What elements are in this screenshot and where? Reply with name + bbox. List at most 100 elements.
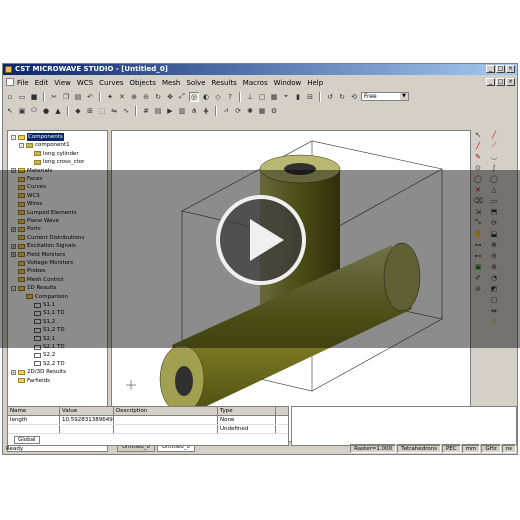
collapse-icon[interactable]: -	[19, 142, 24, 148]
pick-edge-icon[interactable]: ╱	[473, 141, 483, 150]
mesh-view-icon[interactable]: ▤	[153, 106, 163, 116]
undo-icon[interactable]: ↶	[85, 92, 95, 102]
collapse-icon[interactable]: -	[11, 134, 16, 140]
menu-wcs[interactable]: WCS	[77, 79, 93, 87]
material-icon[interactable]: ◆	[73, 106, 83, 116]
shade-icon[interactable]: ◐	[201, 92, 211, 102]
arc-icon[interactable]: ◡	[489, 152, 499, 161]
rotate-icon[interactable]: ↻	[153, 92, 163, 102]
table-icon[interactable]: ▦	[257, 106, 267, 116]
help-icon[interactable]: ?	[225, 92, 235, 102]
minimize-button[interactable]: _	[486, 65, 495, 73]
param-name[interactable]: length	[8, 416, 60, 424]
probe-icon[interactable]: ⋔	[189, 106, 199, 116]
maximize-button[interactable]: □	[496, 65, 505, 73]
wireframe-icon[interactable]: ◇	[213, 92, 223, 102]
tab-global[interactable]: Global	[14, 436, 40, 444]
cut-icon[interactable]: ✂	[49, 92, 59, 102]
col-type[interactable]: Type	[218, 407, 276, 415]
zoom-out-icon[interactable]: ⊖	[141, 92, 151, 102]
frequency-icon[interactable]: ∿	[121, 106, 131, 116]
col-name[interactable]: Name	[8, 407, 60, 415]
expand-icon[interactable]: +	[11, 369, 16, 375]
copy-icon[interactable]: ❐	[61, 92, 71, 102]
field-icon[interactable]: ⋕	[201, 106, 211, 116]
menu-curves[interactable]: Curves	[99, 79, 123, 87]
cylinder-icon[interactable]: ⬭	[29, 106, 39, 116]
param-type[interactable]: None	[218, 416, 276, 424]
view-back-icon[interactable]: ↺	[325, 92, 335, 102]
bounding-box-icon[interactable]: ▢	[257, 92, 267, 102]
tree-item[interactable]: long cross_ctor	[27, 158, 84, 166]
pick-point-icon[interactable]: ✦	[105, 92, 115, 102]
menu-results[interactable]: Results	[212, 79, 237, 87]
book-icon[interactable]: ▮	[293, 92, 303, 102]
tree-item[interactable]: S2,2	[27, 351, 55, 359]
play-button[interactable]	[216, 195, 306, 285]
menu-mesh[interactable]: Mesh	[162, 79, 180, 87]
port-icon[interactable]: ⊞	[85, 106, 95, 116]
menu-solve[interactable]: Solve	[186, 79, 205, 87]
open-folder-icon[interactable]: ▭	[17, 92, 27, 102]
menu-view[interactable]: View	[54, 79, 71, 87]
menu-objects[interactable]: Objects	[129, 79, 155, 87]
view-mode-select[interactable]: Free ▼	[361, 92, 409, 101]
param-type[interactable]: Undefined	[218, 425, 276, 433]
col-value[interactable]: Value	[60, 407, 114, 415]
plot-icon[interactable]: ⩘	[221, 106, 231, 116]
param-value[interactable]: 10.592831389649	[60, 416, 114, 424]
save-icon[interactable]: ■	[29, 92, 39, 102]
menu-edit[interactable]: Edit	[35, 79, 49, 87]
menu-window[interactable]: Window	[274, 79, 302, 87]
param-name[interactable]	[8, 425, 60, 433]
menu-macros[interactable]: Macros	[243, 79, 268, 87]
tree-item[interactable]: Farfields	[11, 377, 50, 385]
pick-icon[interactable]: ↖	[5, 106, 15, 116]
farfield-icon[interactable]: ✺	[245, 106, 255, 116]
paste-icon[interactable]: ▤	[73, 92, 83, 102]
delete-icon[interactable]: ✕	[117, 92, 127, 102]
pick-point-icon[interactable]: ↖	[473, 130, 483, 139]
close-button[interactable]: ×	[506, 65, 515, 73]
brick-icon[interactable]: ▣	[17, 106, 27, 116]
cone-icon[interactable]: ▲	[53, 106, 63, 116]
boundary-icon[interactable]: ⬚	[97, 106, 107, 116]
cutplane-icon[interactable]: ⊟	[305, 92, 315, 102]
zoom-fit-icon[interactable]: ⤢	[177, 92, 187, 102]
col-description[interactable]: Description	[114, 407, 218, 415]
param-description[interactable]	[114, 425, 218, 433]
solver-icon[interactable]: ▶	[165, 106, 175, 116]
param-value[interactable]	[60, 425, 114, 433]
zoom-in-icon[interactable]: ⊕	[129, 92, 139, 102]
symmetry-icon[interactable]: ⇋	[109, 106, 119, 116]
new-file-icon[interactable]: ▫	[5, 92, 15, 102]
table-row[interactable]: Undefined	[8, 425, 288, 434]
pan-icon[interactable]: ✥	[165, 92, 175, 102]
wcs-icon[interactable]: ⌖	[281, 92, 291, 102]
view-reset-icon[interactable]: ⟲	[349, 92, 359, 102]
doc-minimize-button[interactable]: _	[486, 78, 495, 86]
axes-icon[interactable]: ⊥	[245, 92, 255, 102]
tree-item[interactable]: - Components	[11, 133, 64, 141]
sphere-icon[interactable]: ●	[41, 106, 51, 116]
tree-item[interactable]: long cylinder	[27, 150, 79, 158]
menu-file[interactable]: File	[17, 79, 29, 87]
table-row[interactable]: length 10.592831389649 None	[8, 416, 288, 425]
tree-item[interactable]: S2,2 TD	[27, 360, 65, 368]
tree-item[interactable]: +2D/3D Results	[11, 368, 66, 376]
grid-icon[interactable]: ▦	[269, 92, 279, 102]
animate-icon[interactable]: ⟳	[233, 106, 243, 116]
tree-item[interactable]: - component1	[19, 141, 70, 149]
menu-help[interactable]: Help	[307, 79, 323, 87]
view-forward-icon[interactable]: ↻	[337, 92, 347, 102]
monitor-icon[interactable]: ▥	[177, 106, 187, 116]
polyline-icon[interactable]: ⟋	[489, 141, 499, 150]
doc-close-button[interactable]: ×	[506, 78, 515, 86]
mesh-icon[interactable]: #	[141, 106, 151, 116]
pick-face-icon[interactable]: ✎	[473, 152, 483, 161]
zoom-window-icon[interactable]: ◎	[189, 91, 199, 102]
line-tool-icon[interactable]: ╱	[489, 130, 499, 139]
param-description[interactable]	[114, 416, 218, 424]
doc-restore-button[interactable]: □	[496, 78, 505, 86]
macro-icon[interactable]: ⚙	[269, 106, 279, 116]
